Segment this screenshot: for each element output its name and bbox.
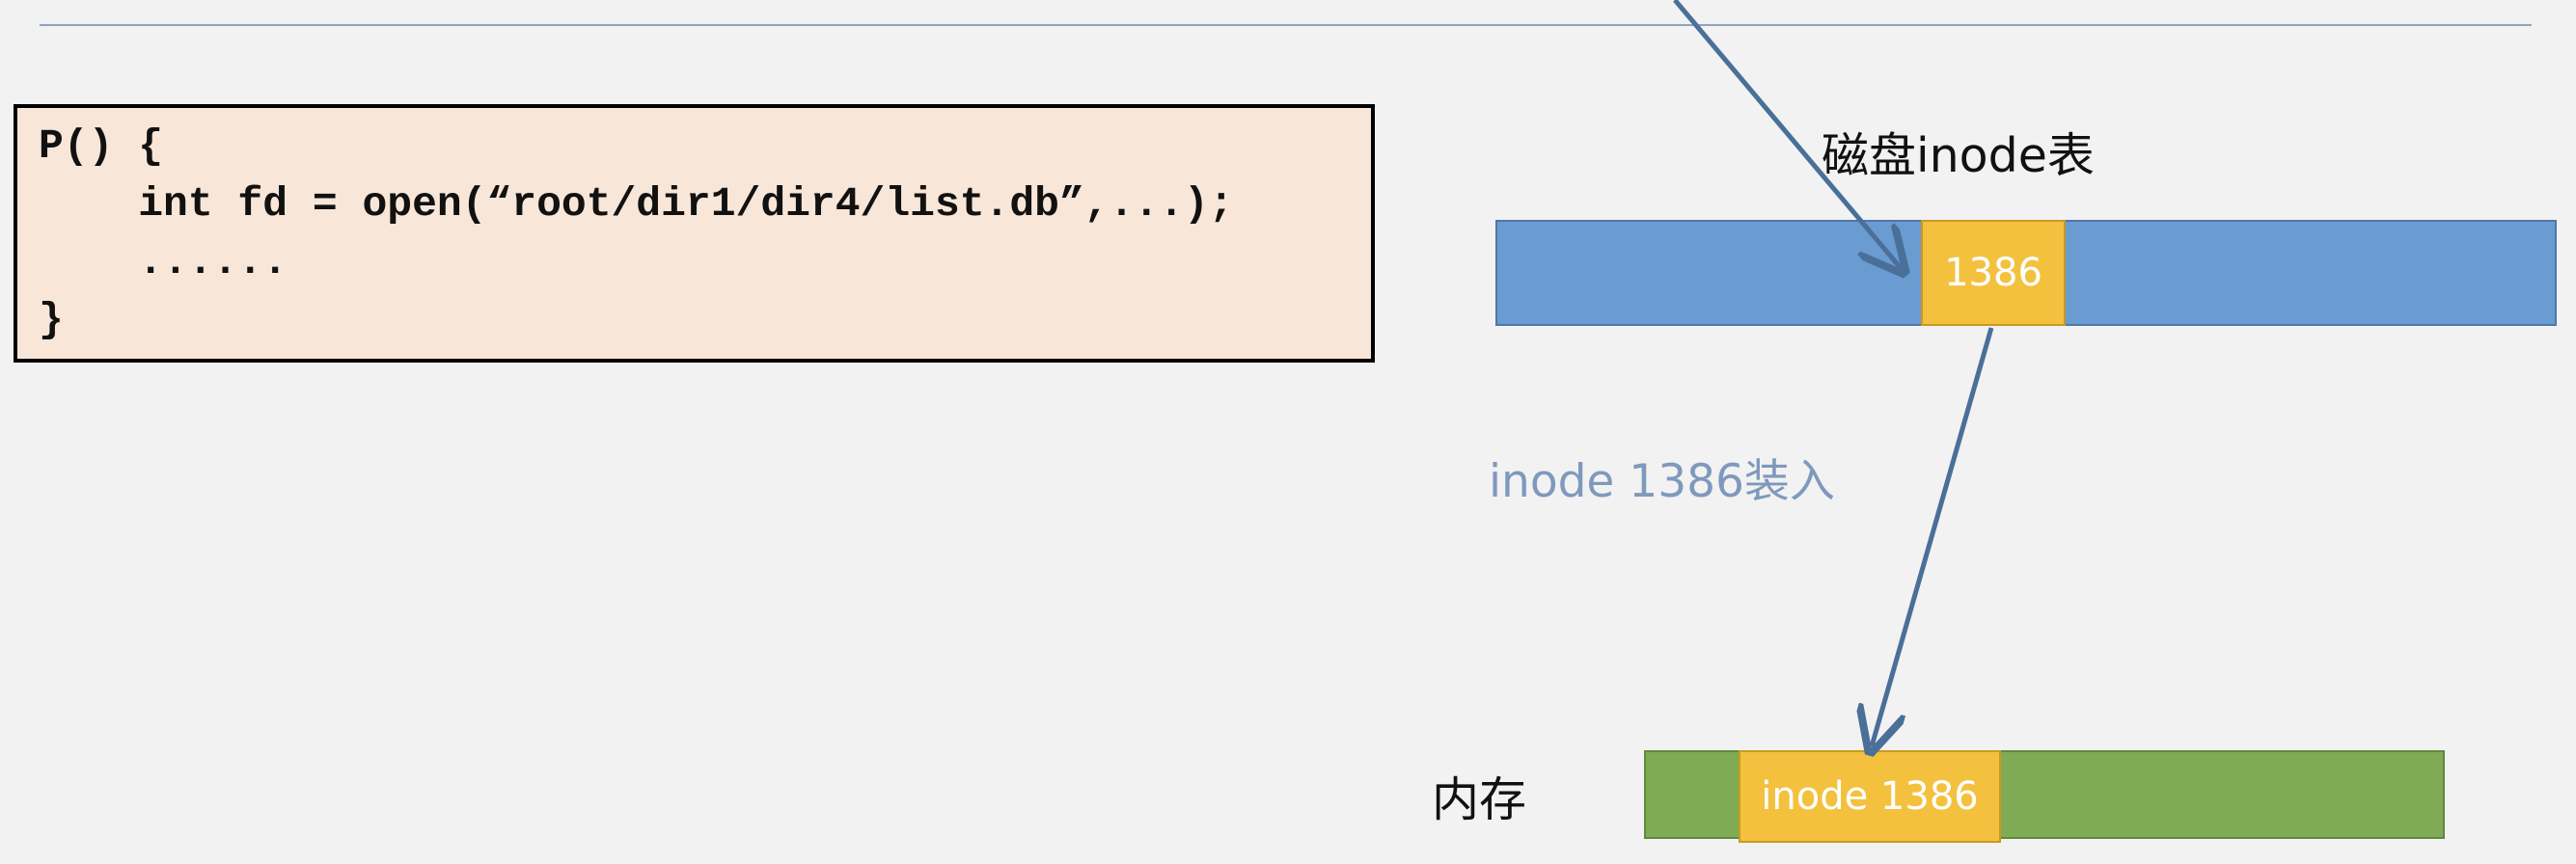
load-arrow [1872,327,1994,746]
arrows-layer [1673,0,1994,864]
incoming-arrow [1673,0,1901,268]
